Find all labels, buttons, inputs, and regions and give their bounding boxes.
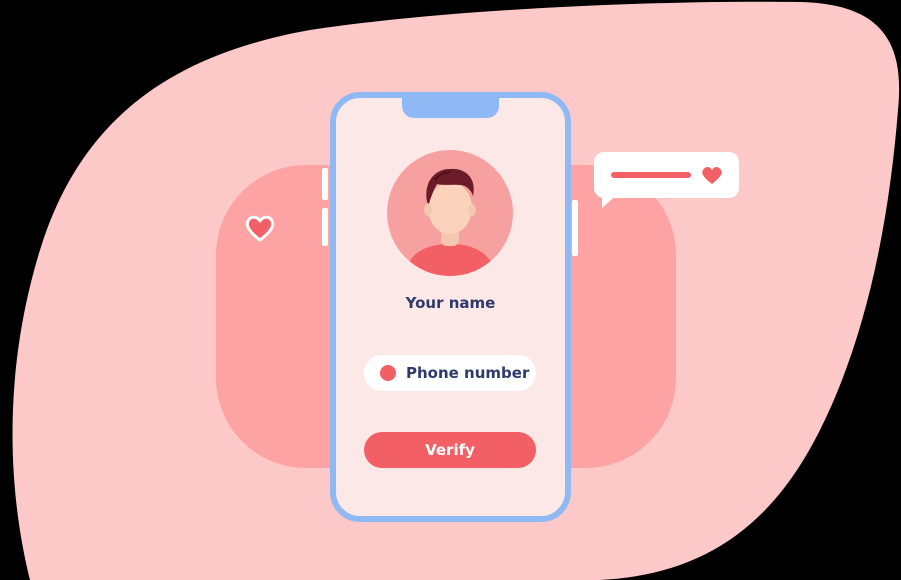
phone-number-field[interactable]: Phone number (364, 355, 536, 391)
red-dot-icon (380, 365, 396, 381)
name-label: Your name (405, 294, 496, 312)
phone-notch (402, 98, 499, 118)
illustration-stage: Your name Phone number Verify (0, 0, 901, 580)
chat-bubble (594, 152, 739, 198)
power-button (572, 200, 578, 256)
heart-icon (702, 167, 722, 184)
volume-down-button (322, 208, 328, 246)
verify-button[interactable]: Verify (364, 432, 536, 468)
volume-up-button (322, 168, 328, 200)
phone-mockup: Your name Phone number Verify (330, 92, 571, 522)
avatar[interactable] (387, 150, 513, 276)
phone-number-placeholder: Phone number (406, 364, 530, 382)
heart-icon (245, 215, 275, 242)
chat-bubble-text-line (611, 172, 691, 178)
